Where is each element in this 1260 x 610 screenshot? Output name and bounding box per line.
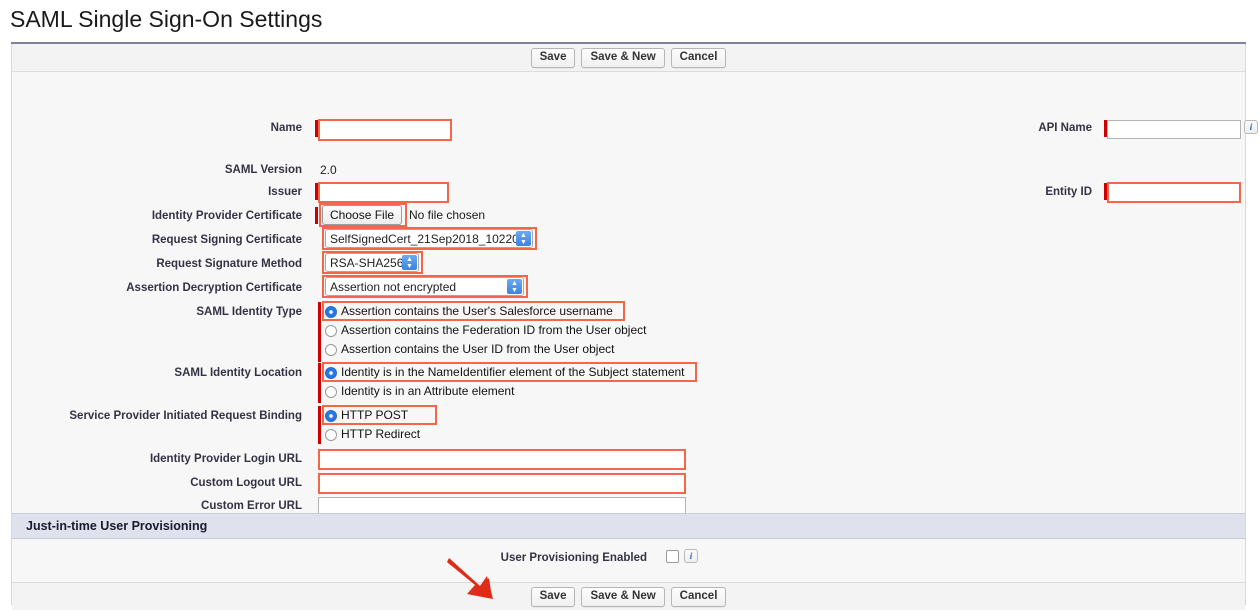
row-request-signature-method: Request Signature Method RSA-SHA256 ▲▼ xyxy=(12,257,1245,279)
required-marker-sp-request-binding xyxy=(318,406,321,444)
radio-saml-identity-type-0[interactable]: Assertion contains the User's Salesforce… xyxy=(325,304,613,319)
row-user-provisioning-enabled: User Provisioning Enabled i xyxy=(12,551,1245,573)
saml-sso-settings-page: SAML Single Sign-On Settings Save Save &… xyxy=(0,0,1260,610)
form-body: Name API Name i SAML Version 2.0 Issuer xyxy=(12,73,1245,524)
radio-saml-identity-location-1[interactable]: Identity is in an Attribute element xyxy=(325,384,514,399)
label-sp-request-binding: Service Provider Initiated Request Bindi… xyxy=(12,409,302,423)
radio-indicator xyxy=(325,429,337,441)
row-request-signing-certificate: Request Signing Certificate SelfSignedCe… xyxy=(12,233,1245,255)
chevron-updown-icon-decryption-cert[interactable]: ▲▼ xyxy=(507,279,522,294)
row-idp-login-url: Identity Provider Login URL xyxy=(12,452,1245,474)
jit-section-header: Just-in-time User Provisioning xyxy=(12,513,1245,539)
row-custom-logout-url: Custom Logout URL xyxy=(12,476,1245,498)
info-icon-user-provisioning[interactable]: i xyxy=(684,549,698,563)
row-saml-identity-location: SAML Identity Location Identity is in th… xyxy=(12,365,1245,405)
jit-section-body: User Provisioning Enabled i xyxy=(12,539,1245,582)
radio-indicator-selected xyxy=(325,410,337,422)
required-marker-saml-identity-location xyxy=(318,363,321,403)
label-request-signature-method: Request Signature Method xyxy=(12,257,302,271)
label-assertion-decryption-certificate: Assertion Decryption Certificate xyxy=(12,281,302,295)
top-button-row: Save Save & New Cancel xyxy=(12,44,1245,72)
chevron-updown-icon-signing-cert[interactable]: ▲▼ xyxy=(516,231,531,246)
label-api-name: API Name xyxy=(802,121,1092,135)
radio-label-sp-request-binding-0: HTTP POST xyxy=(341,408,408,423)
label-saml-identity-location: SAML Identity Location xyxy=(12,366,302,380)
jit-section-title: Just-in-time User Provisioning xyxy=(26,519,207,533)
label-idp-certificate: Identity Provider Certificate xyxy=(12,209,302,223)
label-request-signing-certificate: Request Signing Certificate xyxy=(12,233,302,247)
api-name-input[interactable] xyxy=(1107,120,1241,139)
radio-indicator xyxy=(325,386,337,398)
custom-logout-url-input[interactable] xyxy=(318,473,686,494)
row-assertion-decryption-certificate: Assertion Decryption Certificate Asserti… xyxy=(12,281,1245,303)
save-and-new-button-bottom[interactable]: Save & New xyxy=(581,587,664,607)
cancel-button-bottom[interactable]: Cancel xyxy=(671,587,727,607)
row-entity-id: Entity ID xyxy=(12,185,1245,207)
radio-label-saml-identity-location-0: Identity is in the NameIdentifier elemen… xyxy=(341,365,685,380)
radio-label-sp-request-binding-1: HTTP Redirect xyxy=(341,427,420,442)
request-signing-certificate-select-value: SelfSignedCert_21Sep2018_102204 xyxy=(330,232,526,246)
label-idp-login-url: Identity Provider Login URL xyxy=(12,452,302,466)
required-marker-idp-certificate xyxy=(315,207,318,224)
row-saml-identity-type: SAML Identity Type Assertion contains th… xyxy=(12,304,1245,364)
radio-sp-request-binding-1[interactable]: HTTP Redirect xyxy=(325,427,420,442)
row-saml-version: SAML Version 2.0 xyxy=(12,163,1245,185)
saml-settings-form: Save Save & New Cancel Name API Name i S… xyxy=(11,44,1246,605)
file-status-text: No file chosen xyxy=(409,208,485,222)
bottom-button-row: Save Save & New Cancel xyxy=(12,582,1245,610)
request-signature-method-select-value: RSA-SHA256 xyxy=(330,256,403,270)
required-marker-saml-identity-type xyxy=(318,302,321,362)
label-user-provisioning-enabled: User Provisioning Enabled xyxy=(217,551,647,565)
label-saml-version: SAML Version xyxy=(12,163,302,177)
radio-saml-identity-location-0[interactable]: Identity is in the NameIdentifier elemen… xyxy=(325,365,685,380)
radio-saml-identity-type-2[interactable]: Assertion contains the User ID from the … xyxy=(325,342,614,357)
chevron-updown-icon-signature-method[interactable]: ▲▼ xyxy=(402,255,417,270)
radio-label-saml-identity-location-1: Identity is in an Attribute element xyxy=(341,384,514,399)
radio-label-saml-identity-type-2: Assertion contains the User ID from the … xyxy=(341,342,614,357)
label-custom-logout-url: Custom Logout URL xyxy=(12,476,302,490)
label-custom-error-url: Custom Error URL xyxy=(12,499,302,513)
user-provisioning-enabled-checkbox[interactable] xyxy=(666,550,679,563)
radio-sp-request-binding-0[interactable]: HTTP POST xyxy=(325,408,408,423)
row-api-name: API Name i xyxy=(12,121,1245,143)
choose-file-button[interactable]: Choose File xyxy=(322,205,402,225)
page-title: SAML Single Sign-On Settings xyxy=(10,4,322,34)
radio-indicator xyxy=(325,344,337,356)
value-saml-version: 2.0 xyxy=(320,163,337,177)
assertion-decryption-certificate-select-value: Assertion not encrypted xyxy=(330,280,456,294)
row-idp-certificate: Identity Provider Certificate Choose Fil… xyxy=(12,209,1245,231)
radio-indicator-selected xyxy=(325,306,337,318)
save-and-new-button-top[interactable]: Save & New xyxy=(581,48,664,68)
save-button-top[interactable]: Save xyxy=(531,48,576,68)
row-sp-request-binding: Service Provider Initiated Request Bindi… xyxy=(12,408,1245,448)
entity-id-input[interactable] xyxy=(1107,182,1241,203)
info-icon-api-name[interactable]: i xyxy=(1244,120,1258,134)
radio-label-saml-identity-type-1: Assertion contains the Federation ID fro… xyxy=(341,323,646,338)
radio-saml-identity-type-1[interactable]: Assertion contains the Federation ID fro… xyxy=(325,323,646,338)
idp-login-url-input[interactable] xyxy=(318,449,686,470)
label-entity-id: Entity ID xyxy=(802,185,1092,199)
radio-indicator-selected xyxy=(325,367,337,379)
radio-label-saml-identity-type-0: Assertion contains the User's Salesforce… xyxy=(341,304,613,319)
save-button-bottom[interactable]: Save xyxy=(531,587,576,607)
label-saml-identity-type: SAML Identity Type xyxy=(12,305,302,319)
radio-indicator xyxy=(325,325,337,337)
cancel-button-top[interactable]: Cancel xyxy=(671,48,727,68)
